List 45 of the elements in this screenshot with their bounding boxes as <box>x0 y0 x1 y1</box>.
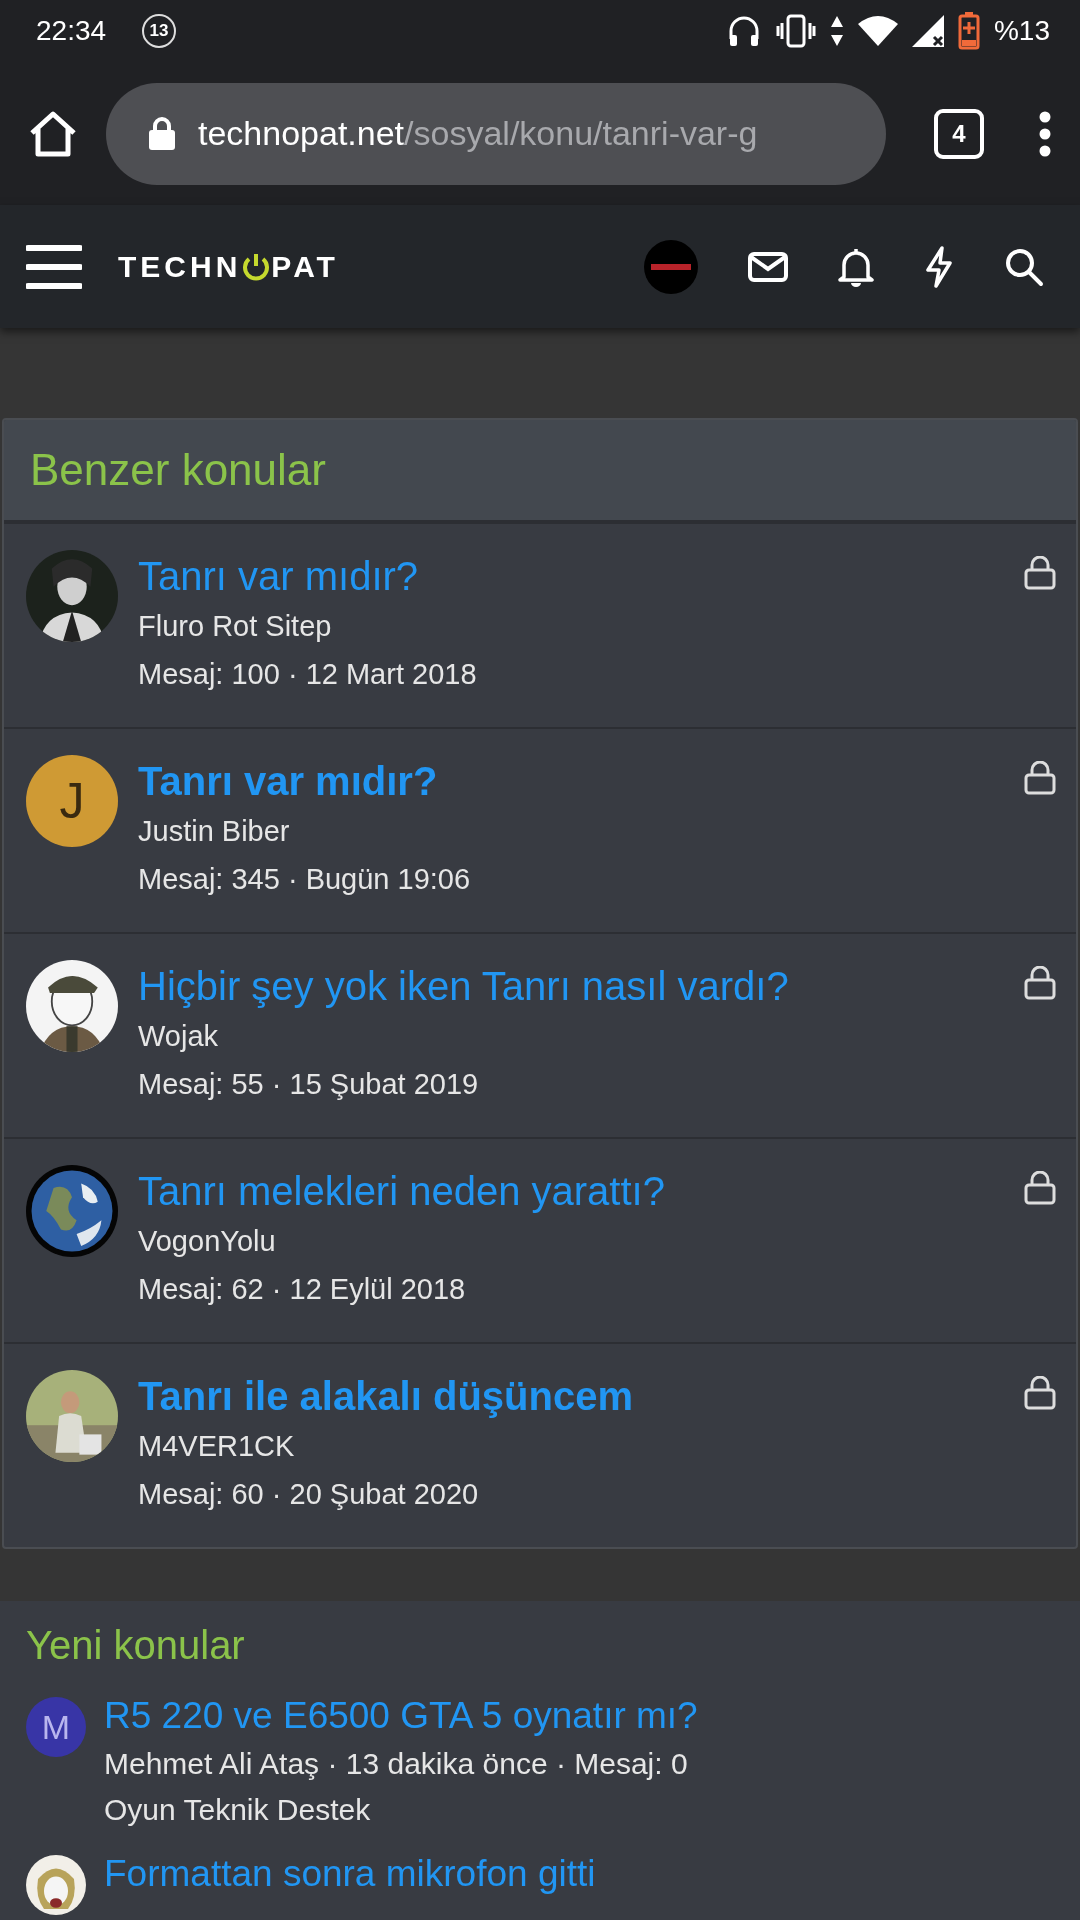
thread-title-link[interactable]: Tanrı melekleri neden yarattı? <box>138 1165 1004 1217</box>
battery-icon <box>957 12 980 50</box>
notification-badge: 13 <box>142 14 177 48</box>
thread-author[interactable]: VogonYolu <box>138 1217 1004 1265</box>
thread-meta: Mesaj: 100 · 12 Mart 2018 <box>138 657 478 692</box>
thread-meta: Mesaj: 55 · 15 Şubat 2019 <box>138 1067 480 1102</box>
thread-meta: Mesaj: 62 · 12 Eylül 2018 <box>138 1272 467 1307</box>
url-text: technopat.net/sosyal/konu/tanri-var-g <box>198 114 758 153</box>
thread-author[interactable]: Justin Biber <box>138 807 1004 855</box>
thread-author[interactable]: Fluro Rot Sitep <box>138 602 1004 650</box>
lock-icon <box>148 116 176 151</box>
thread-author[interactable]: Wojak <box>138 1012 1004 1060</box>
bell-icon[interactable] <box>838 246 874 287</box>
thread-meta: Mesaj: 60 · 20 Şubat 2020 <box>138 1477 480 1512</box>
thread-title-link[interactable]: Hiçbir şey yok iken Tanrı nasıl vardı? <box>138 960 1004 1012</box>
lightning-icon[interactable] <box>924 245 954 288</box>
section-title: Benzer konular <box>30 445 326 495</box>
thread-title-link[interactable]: R5 220 ve E6500 GTA 5 oynatır mı? <box>104 1691 1054 1741</box>
thread-meta: Mehmet Ali Ataş · 13 dakika önce · Mesaj: 0 <box>104 1746 689 1782</box>
section-title: Yeni konular <box>26 1622 246 1669</box>
thread-title-link[interactable]: Formattan sonra mikrofon gitti <box>104 1849 1054 1899</box>
user-avatar[interactable] <box>644 239 698 294</box>
search-icon[interactable] <box>1004 246 1044 287</box>
home-icon[interactable] <box>28 110 78 157</box>
thread-title-link[interactable]: Tanrı ile alakalı düşüncem <box>138 1370 1004 1422</box>
letter-avatar[interactable]: J <box>26 755 118 847</box>
thread-meta: Mesaj: 345 · Bugün 19:06 <box>138 862 472 897</box>
wifi-icon <box>857 16 898 46</box>
thread-title-link[interactable]: Tanrı var mıdır? <box>138 550 1004 602</box>
tab-count-button[interactable]: 4 <box>934 108 984 159</box>
address-bar[interactable]: technopat.net/sosyal/konu/tanri-var-g <box>106 82 886 185</box>
vibrate-icon <box>775 14 816 48</box>
site-logo[interactable]: TECHN PAT <box>118 249 339 284</box>
thread-author[interactable]: M4VER1CK <box>138 1422 1004 1470</box>
forum-link[interactable]: Oyun Teknik Destek <box>104 1787 1054 1833</box>
clock: 22:34 <box>36 15 107 47</box>
mail-icon[interactable] <box>748 251 788 282</box>
data-arrows-icon <box>829 16 844 46</box>
power-icon <box>241 251 272 282</box>
overflow-menu-icon[interactable] <box>1038 110 1052 157</box>
signal-icon <box>911 15 944 47</box>
menu-icon[interactable] <box>26 243 82 290</box>
battery-level: %13 <box>993 15 1050 47</box>
letter-avatar[interactable]: M <box>26 1697 86 1757</box>
thread-title-link[interactable]: Tanrı var mıdır? <box>138 755 1004 807</box>
